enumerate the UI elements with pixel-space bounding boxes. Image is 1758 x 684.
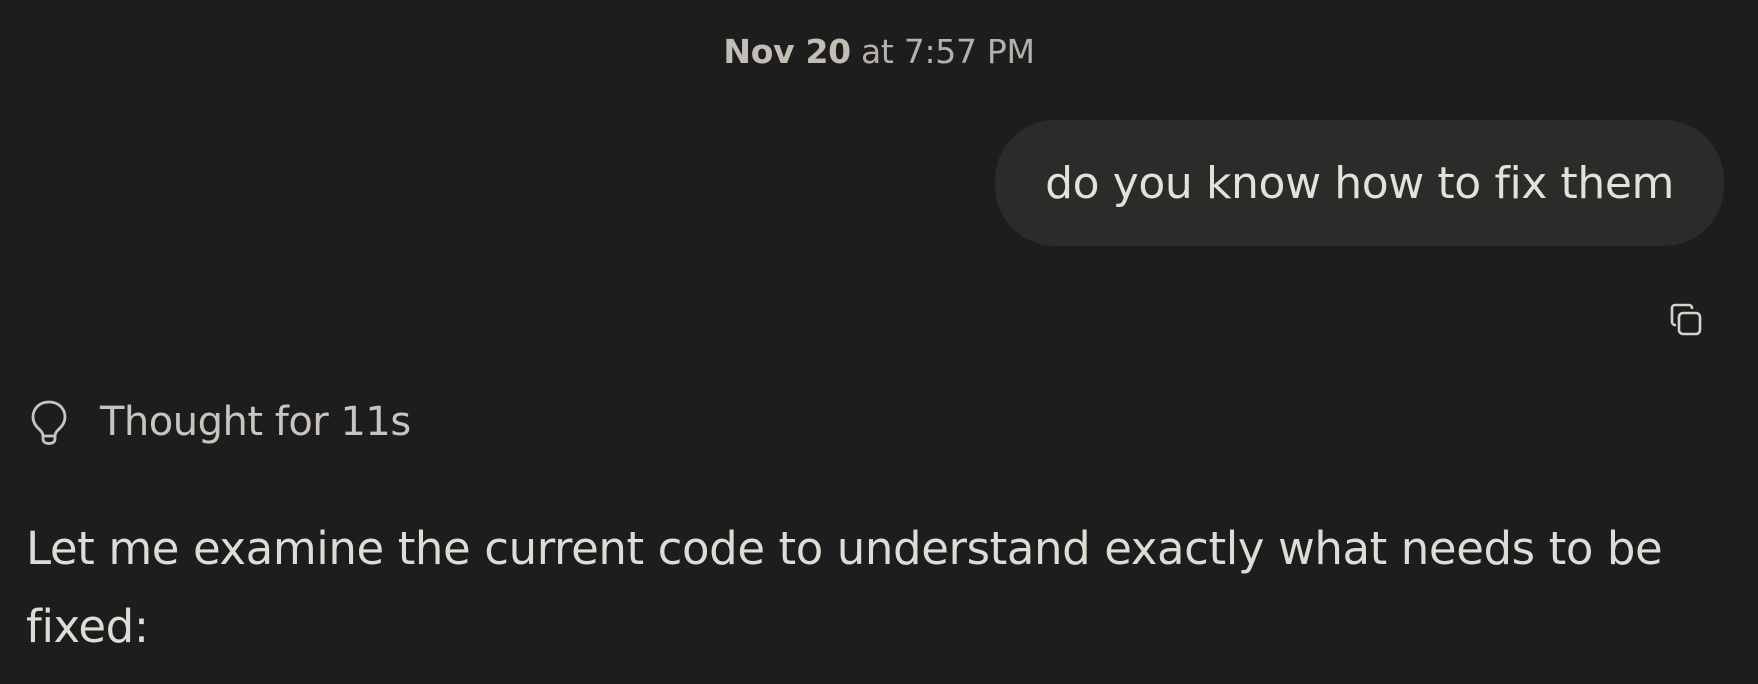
message-timestamp: Nov 20 at 7:57 PM	[0, 30, 1758, 74]
timestamp-time: at 7:57 PM	[861, 32, 1035, 71]
copy-button[interactable]	[1664, 300, 1708, 344]
copy-icon	[1666, 300, 1706, 344]
user-message-text: do you know how to fix them	[1045, 157, 1674, 209]
user-message-bubble: do you know how to fix them	[995, 120, 1724, 246]
lightbulb-icon	[26, 396, 72, 448]
assistant-message-text: Let me examine the current code to under…	[26, 522, 1663, 653]
timestamp-date: Nov 20	[723, 32, 851, 71]
thought-label: Thought for 11s	[100, 399, 411, 445]
thought-toggle[interactable]: Thought for 11s	[26, 396, 411, 448]
chat-page: Nov 20 at 7:57 PM do you know how to fix…	[0, 0, 1758, 684]
